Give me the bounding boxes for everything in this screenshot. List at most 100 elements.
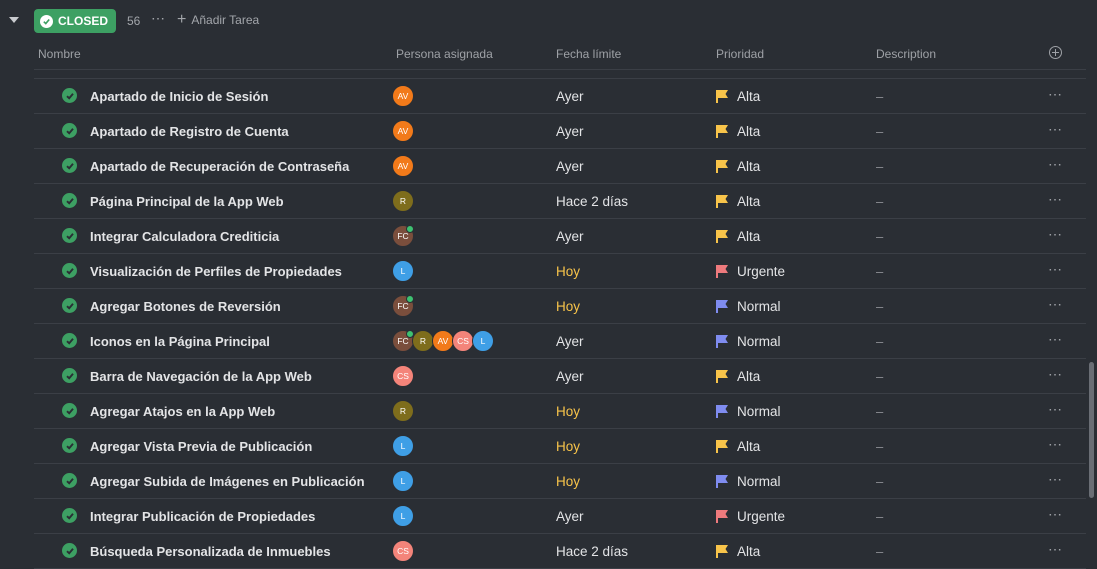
avatar[interactable]: CS: [452, 330, 474, 352]
assignee-list[interactable]: R: [392, 190, 414, 212]
assignee-list[interactable]: AV: [392, 120, 414, 142]
avatar[interactable]: FC: [392, 225, 414, 247]
completed-check-icon[interactable]: [62, 123, 77, 138]
column-description[interactable]: Description: [876, 47, 936, 61]
assignee-list[interactable]: L: [392, 260, 414, 282]
avatar[interactable]: FC: [392, 295, 414, 317]
task-name[interactable]: Integrar Calculadora Crediticia: [90, 229, 279, 244]
task-name[interactable]: Apartado de Registro de Cuenta: [90, 124, 289, 139]
avatar[interactable]: AV: [392, 155, 414, 177]
row-more-icon[interactable]: ⋯: [1048, 296, 1063, 313]
description-cell[interactable]: –: [876, 264, 883, 279]
priority-cell[interactable]: Alta: [716, 89, 760, 104]
avatar[interactable]: AV: [392, 120, 414, 142]
row-more-icon[interactable]: ⋯: [1048, 191, 1063, 208]
description-cell[interactable]: –: [876, 194, 883, 209]
due-date[interactable]: Ayer: [556, 229, 584, 244]
description-cell[interactable]: –: [876, 509, 883, 524]
due-date[interactable]: Ayer: [556, 509, 584, 524]
row-more-icon[interactable]: ⋯: [1048, 436, 1063, 453]
task-row[interactable]: Página Principal de la App Web R Hace 2 …: [34, 184, 1086, 219]
task-row[interactable]: Agregar Vista Previa de Publicación L Ho…: [34, 429, 1086, 464]
row-more-icon[interactable]: ⋯: [1048, 226, 1063, 243]
priority-cell[interactable]: Normal: [716, 334, 781, 349]
task-name[interactable]: Visualización de Perfiles de Propiedades: [90, 264, 342, 279]
avatar[interactable]: L: [392, 435, 414, 457]
task-name[interactable]: Agregar Atajos en la App Web: [90, 404, 275, 419]
due-date[interactable]: Hoy: [556, 264, 580, 279]
task-row[interactable]: Apartado de Recuperación de Contraseña A…: [34, 149, 1086, 184]
row-more-icon[interactable]: ⋯: [1048, 156, 1063, 173]
scrollbar-thumb[interactable]: [1089, 362, 1094, 498]
priority-cell[interactable]: Alta: [716, 194, 760, 209]
description-cell[interactable]: –: [876, 369, 883, 384]
avatar[interactable]: R: [392, 190, 414, 212]
due-date[interactable]: Hoy: [556, 474, 580, 489]
due-date[interactable]: Hoy: [556, 404, 580, 419]
priority-cell[interactable]: Urgente: [716, 264, 785, 279]
row-more-icon[interactable]: ⋯: [1048, 366, 1063, 383]
avatar[interactable]: FC: [392, 330, 414, 352]
row-more-icon[interactable]: ⋯: [1048, 121, 1063, 138]
priority-cell[interactable]: Alta: [716, 439, 760, 454]
avatar[interactable]: AV: [432, 330, 454, 352]
description-cell[interactable]: –: [876, 474, 883, 489]
assignee-list[interactable]: CS: [392, 365, 414, 387]
priority-cell[interactable]: Alta: [716, 124, 760, 139]
description-cell[interactable]: –: [876, 89, 883, 104]
assignee-list[interactable]: AV: [392, 85, 414, 107]
task-name[interactable]: Página Principal de la App Web: [90, 194, 284, 209]
avatar[interactable]: R: [392, 400, 414, 422]
assignee-list[interactable]: L: [392, 435, 414, 457]
assignee-list[interactable]: L: [392, 505, 414, 527]
priority-cell[interactable]: Alta: [716, 159, 760, 174]
completed-check-icon[interactable]: [62, 368, 77, 383]
completed-check-icon[interactable]: [62, 403, 77, 418]
avatar[interactable]: CS: [392, 365, 414, 387]
description-cell[interactable]: –: [876, 229, 883, 244]
task-row[interactable]: Integrar Publicación de Propiedades L Ay…: [34, 499, 1086, 534]
completed-check-icon[interactable]: [62, 473, 77, 488]
assignee-list[interactable]: FC: [392, 295, 414, 317]
avatar[interactable]: L: [392, 260, 414, 282]
assignee-list[interactable]: L: [392, 470, 414, 492]
due-date[interactable]: Ayer: [556, 159, 584, 174]
task-row[interactable]: Agregar Atajos en la App Web R Hoy Norma…: [34, 394, 1086, 429]
completed-check-icon[interactable]: [62, 298, 77, 313]
task-row[interactable]: Búsqueda Personalizada de Inmuebles CS H…: [34, 534, 1086, 569]
priority-cell[interactable]: Normal: [716, 404, 781, 419]
priority-cell[interactable]: Alta: [716, 369, 760, 384]
due-date[interactable]: Ayer: [556, 369, 584, 384]
due-date[interactable]: Hace 2 días: [556, 544, 628, 559]
row-more-icon[interactable]: ⋯: [1048, 86, 1063, 103]
assignee-list[interactable]: FC: [392, 225, 414, 247]
due-date[interactable]: Ayer: [556, 89, 584, 104]
task-name[interactable]: Barra de Navegación de la App Web: [90, 369, 312, 384]
task-name[interactable]: Apartado de Inicio de Sesión: [90, 89, 268, 104]
priority-cell[interactable]: Alta: [716, 544, 760, 559]
row-more-icon[interactable]: ⋯: [1048, 261, 1063, 278]
avatar[interactable]: AV: [392, 85, 414, 107]
avatar[interactable]: L: [392, 470, 414, 492]
due-date[interactable]: Hace 2 días: [556, 194, 628, 209]
assignee-list[interactable]: AV: [392, 155, 414, 177]
group-more-icon[interactable]: ⋯: [151, 10, 166, 27]
description-cell[interactable]: –: [876, 334, 883, 349]
task-row[interactable]: Visualización de Perfiles de Propiedades…: [34, 254, 1086, 289]
task-row[interactable]: Agregar Botones de Reversión FC Hoy Norm…: [34, 289, 1086, 324]
task-name[interactable]: Integrar Publicación de Propiedades: [90, 509, 315, 524]
description-cell[interactable]: –: [876, 404, 883, 419]
row-more-icon[interactable]: ⋯: [1048, 506, 1063, 523]
task-name[interactable]: Iconos en la Página Principal: [90, 334, 270, 349]
row-more-icon[interactable]: ⋯: [1048, 541, 1063, 558]
priority-cell[interactable]: Alta: [716, 229, 760, 244]
assignee-list[interactable]: FC R AV CS L: [392, 330, 494, 352]
completed-check-icon[interactable]: [62, 158, 77, 173]
task-name[interactable]: Agregar Vista Previa de Publicación: [90, 439, 312, 454]
task-name[interactable]: Apartado de Recuperación de Contraseña: [90, 159, 349, 174]
column-name[interactable]: Nombre: [38, 47, 81, 61]
completed-check-icon[interactable]: [62, 88, 77, 103]
column-assignee[interactable]: Persona asignada: [396, 47, 493, 61]
description-cell[interactable]: –: [876, 439, 883, 454]
description-cell[interactable]: –: [876, 159, 883, 174]
